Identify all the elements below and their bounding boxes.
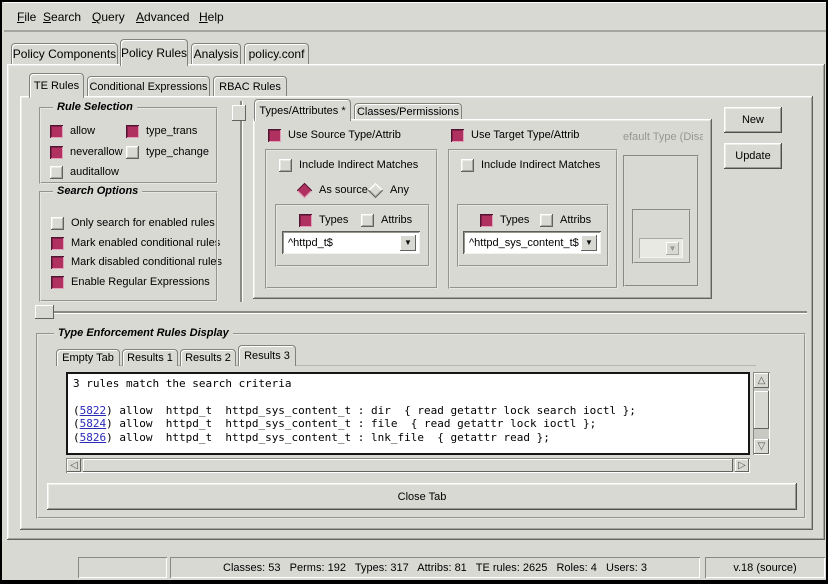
menu-search[interactable]: Search: [43, 10, 81, 24]
vertical-sash-handle[interactable]: [232, 105, 246, 121]
scroll-down-icon[interactable]: ▽: [754, 439, 769, 454]
checkbox-use-target-type[interactable]: Use Target Type/Attrib: [451, 128, 579, 142]
new-button[interactable]: New: [724, 107, 782, 133]
checkbox-indicator: [279, 159, 292, 172]
checkbox-target-attribs[interactable]: Attribs: [540, 213, 591, 227]
tab-rbac-rules[interactable]: RBAC Rules: [213, 76, 287, 96]
radio-indicator: [368, 182, 384, 198]
tab-results-3[interactable]: Results 3: [238, 345, 296, 366]
scroll-right-icon[interactable]: ▷: [735, 459, 749, 472]
menu-query[interactable]: Query: [92, 10, 125, 24]
dropdown-arrow-icon[interactable]: ▼: [400, 235, 416, 251]
horizontal-sash[interactable]: [39, 311, 807, 313]
checkbox-label: Include Indirect Matches: [299, 159, 418, 171]
rule-number-link[interactable]: 5824: [80, 417, 107, 430]
dropdown-arrow-icon[interactable]: ▼: [581, 235, 597, 251]
combobox-value: ^httpd_t$: [282, 237, 400, 249]
combobox-value: ^httpd_sys_content_t$: [463, 237, 581, 249]
checkbox-label: Use Target Type/Attrib: [471, 129, 579, 141]
close-tab-button[interactable]: Close Tab: [47, 483, 797, 510]
vertical-scrollbar-thumb[interactable]: [754, 391, 769, 429]
menu-file[interactable]: File: [17, 10, 36, 24]
status-stats: Classes: 53 Perms: 192 Types: 317 Attrib…: [170, 557, 700, 578]
checkbox-label: Attribs: [381, 214, 412, 226]
te-rule-row: (5826) allow httpd_t httpd_sys_content_t…: [73, 431, 743, 444]
target-type-combobox[interactable]: ^httpd_sys_content_t$ ▼: [463, 231, 601, 254]
results-text-area[interactable]: 3 rules match the search criteria (5822)…: [66, 372, 750, 455]
checkbox-target-types[interactable]: Types: [480, 213, 529, 227]
tab-policy-components[interactable]: Policy Components: [11, 43, 118, 64]
radio-any[interactable]: Any: [368, 183, 409, 197]
vertical-scrollbar[interactable]: △ ▽: [753, 372, 770, 455]
checkbox-indicator: [480, 214, 493, 227]
tab-policy-conf[interactable]: policy.conf: [244, 43, 309, 64]
checkbox-indicator: [361, 214, 374, 227]
vertical-sash[interactable]: [240, 101, 242, 302]
horizontal-sash-handle[interactable]: [35, 305, 54, 319]
checkbox-label: Types: [500, 214, 529, 226]
checkbox-indicator: [540, 214, 553, 227]
scroll-left-icon[interactable]: ◁: [67, 459, 81, 472]
search-options-frame: Search Options: [39, 191, 218, 302]
checkbox-source-include-indirect[interactable]: Include Indirect Matches: [279, 158, 418, 172]
scroll-up-icon[interactable]: △: [754, 373, 769, 388]
tab-classes-permissions[interactable]: Classes/Permissions: [354, 103, 462, 119]
status-version: v.18 (source): [705, 557, 825, 578]
search-options-title: Search Options: [53, 185, 142, 197]
horizontal-scrollbar-thumb[interactable]: [83, 459, 733, 472]
radio-indicator: [297, 182, 313, 198]
rule-number-link[interactable]: 5826: [80, 431, 107, 444]
results-summary: 3 rules match the search criteria: [73, 377, 743, 390]
checkbox-indicator: [268, 129, 281, 142]
radio-as-source[interactable]: As source: [297, 183, 368, 197]
source-type-combobox[interactable]: ^httpd_t$ ▼: [282, 231, 420, 254]
checkbox-source-attribs[interactable]: Attribs: [361, 213, 412, 227]
checkbox-label: Types: [319, 214, 348, 226]
te-rule-row: (5822) allow httpd_t httpd_sys_content_t…: [73, 404, 743, 417]
checkbox-label: Attribs: [560, 214, 591, 226]
apol-window: File Search Query Advanced Help Policy C…: [0, 0, 828, 584]
default-type-label: efault Type (Disa: [623, 131, 703, 145]
tab-results-1[interactable]: Results 1: [122, 349, 178, 366]
checkbox-indicator: [461, 159, 474, 172]
menu-help[interactable]: Help: [199, 10, 224, 24]
te-rule-row: (5824) allow httpd_t httpd_sys_content_t…: [73, 417, 743, 430]
radio-label: Any: [390, 184, 409, 196]
rule-selection-title: Rule Selection: [53, 101, 137, 113]
update-button[interactable]: Update: [724, 143, 782, 169]
status-empty-box: [78, 557, 167, 578]
tab-types-attributes[interactable]: Types/Attributes *: [254, 99, 351, 121]
menu-bar: File Search Query Advanced Help: [4, 2, 828, 32]
menu-advanced[interactable]: Advanced: [136, 10, 189, 24]
te-rules-display-title: Type Enforcement Rules Display: [54, 327, 233, 339]
rule-number-link[interactable]: 5822: [80, 404, 107, 417]
checkbox-target-include-indirect[interactable]: Include Indirect Matches: [461, 158, 600, 172]
checkbox-use-source-type[interactable]: Use Source Type/Attrib: [268, 128, 401, 142]
tab-analysis[interactable]: Analysis: [191, 43, 241, 64]
blank-line: [73, 390, 743, 403]
rule-selection-frame: Rule Selection: [39, 107, 218, 184]
dropdown-arrow-icon: ▼: [666, 242, 679, 255]
tab-te-rules[interactable]: TE Rules: [29, 73, 84, 98]
checkbox-label: Use Source Type/Attrib: [288, 129, 401, 141]
checkbox-source-types[interactable]: Types: [299, 213, 348, 227]
tab-conditional-expressions[interactable]: Conditional Expressions: [87, 76, 210, 96]
checkbox-label: Include Indirect Matches: [481, 159, 600, 171]
checkbox-indicator: [451, 129, 464, 142]
default-type-combobox: ▼: [639, 238, 683, 258]
tab-empty-tab[interactable]: Empty Tab: [56, 349, 120, 366]
checkbox-indicator: [299, 214, 312, 227]
horizontal-scrollbar[interactable]: ◁ ▷: [66, 458, 750, 473]
tab-results-2[interactable]: Results 2: [180, 349, 236, 366]
tab-policy-rules[interactable]: Policy Rules: [120, 39, 188, 66]
radio-label: As source: [319, 184, 368, 196]
